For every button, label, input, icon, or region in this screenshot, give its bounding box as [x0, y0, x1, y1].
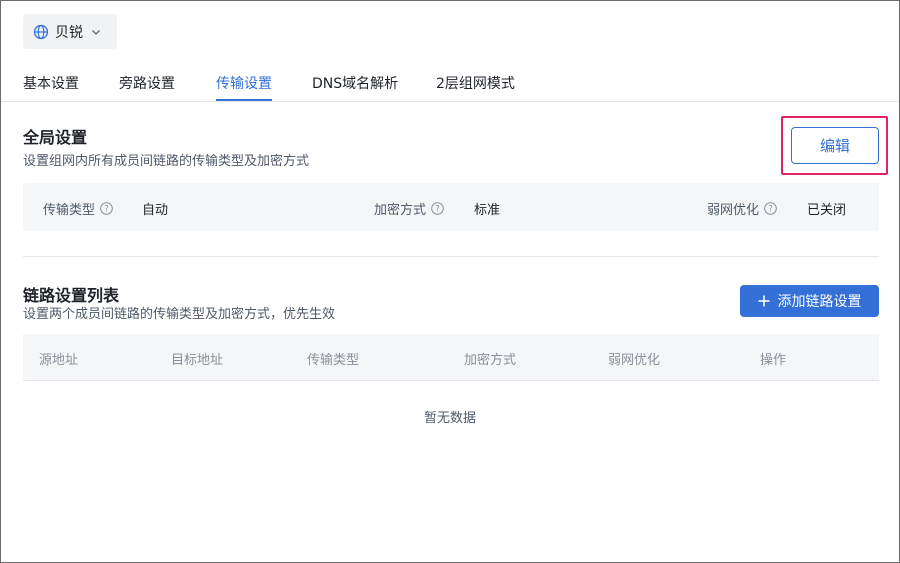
help-icon[interactable]: ?: [431, 202, 444, 215]
tab-layer2-mode[interactable]: 2层组网模式: [436, 73, 515, 93]
empty-table-message: 暂无数据: [423, 411, 476, 426]
app-frame: 贝锐 基本设置 旁路设置 传输设置 DNS域名解析 2层组网模式 全局设置 设置…: [0, 0, 900, 563]
add-link-setting-label: 添加链路设置: [777, 294, 862, 310]
help-icon[interactable]: ?: [100, 202, 113, 215]
tab-bypass-settings[interactable]: 旁路设置: [119, 73, 175, 93]
globe-icon: [33, 24, 49, 39]
column-header-actions: 操作: [760, 353, 787, 368]
global-settings-summary: 传输类型 ? 自动 加密方式 ? 标准 弱网优化 ? 已关闭: [23, 183, 879, 231]
tab-transport-settings[interactable]: 传输设置: [216, 73, 272, 93]
tab-bar: 基本设置 旁路设置 传输设置 DNS域名解析 2层组网模式: [1, 63, 899, 102]
weak-network-label-text: 弱网优化: [707, 203, 760, 218]
add-link-setting-button[interactable]: 添加链路设置: [740, 285, 879, 317]
encryption-label: 加密方式 ?: [374, 199, 444, 218]
column-header-weak-network: 弱网优化: [608, 353, 661, 368]
column-header-target: 目标地址: [171, 353, 224, 368]
weak-network-label: 弱网优化 ?: [707, 199, 777, 218]
edit-button[interactable]: 编辑: [791, 127, 879, 164]
encryption-label-text: 加密方式: [374, 203, 427, 218]
global-settings-title: 全局设置: [23, 128, 88, 147]
help-icon[interactable]: ?: [764, 202, 777, 215]
column-header-transport: 传输类型: [307, 353, 360, 368]
tab-basic-settings[interactable]: 基本设置: [23, 73, 79, 93]
section-divider: [23, 256, 879, 257]
global-settings-description: 设置组网内所有成员间链路的传输类型及加密方式: [23, 154, 310, 169]
svg-text:?: ?: [768, 205, 773, 215]
transport-type-label-text: 传输类型: [43, 203, 96, 218]
chevron-down-icon: [92, 29, 100, 35]
column-header-source: 源地址: [39, 353, 79, 368]
weak-network-value: 已关闭: [807, 203, 847, 218]
tab-dns-resolution[interactable]: DNS域名解析: [312, 73, 398, 93]
org-selector-label: 贝锐: [55, 24, 83, 41]
svg-text:?: ?: [435, 205, 440, 215]
plus-icon: [758, 295, 769, 307]
encryption-value: 标准: [474, 203, 501, 218]
svg-text:?: ?: [104, 205, 109, 215]
transport-type-value: 自动: [142, 203, 169, 218]
link-list-description: 设置两个成员间链路的传输类型及加密方式，优先生效: [23, 307, 336, 322]
active-tab-underline: [216, 99, 272, 101]
transport-type-label: 传输类型 ?: [43, 199, 113, 218]
link-table-header: 源地址 目标地址 传输类型 加密方式 弱网优化 操作: [23, 334, 879, 381]
column-header-encryption: 加密方式: [464, 353, 517, 368]
org-selector[interactable]: 贝锐: [23, 14, 117, 49]
